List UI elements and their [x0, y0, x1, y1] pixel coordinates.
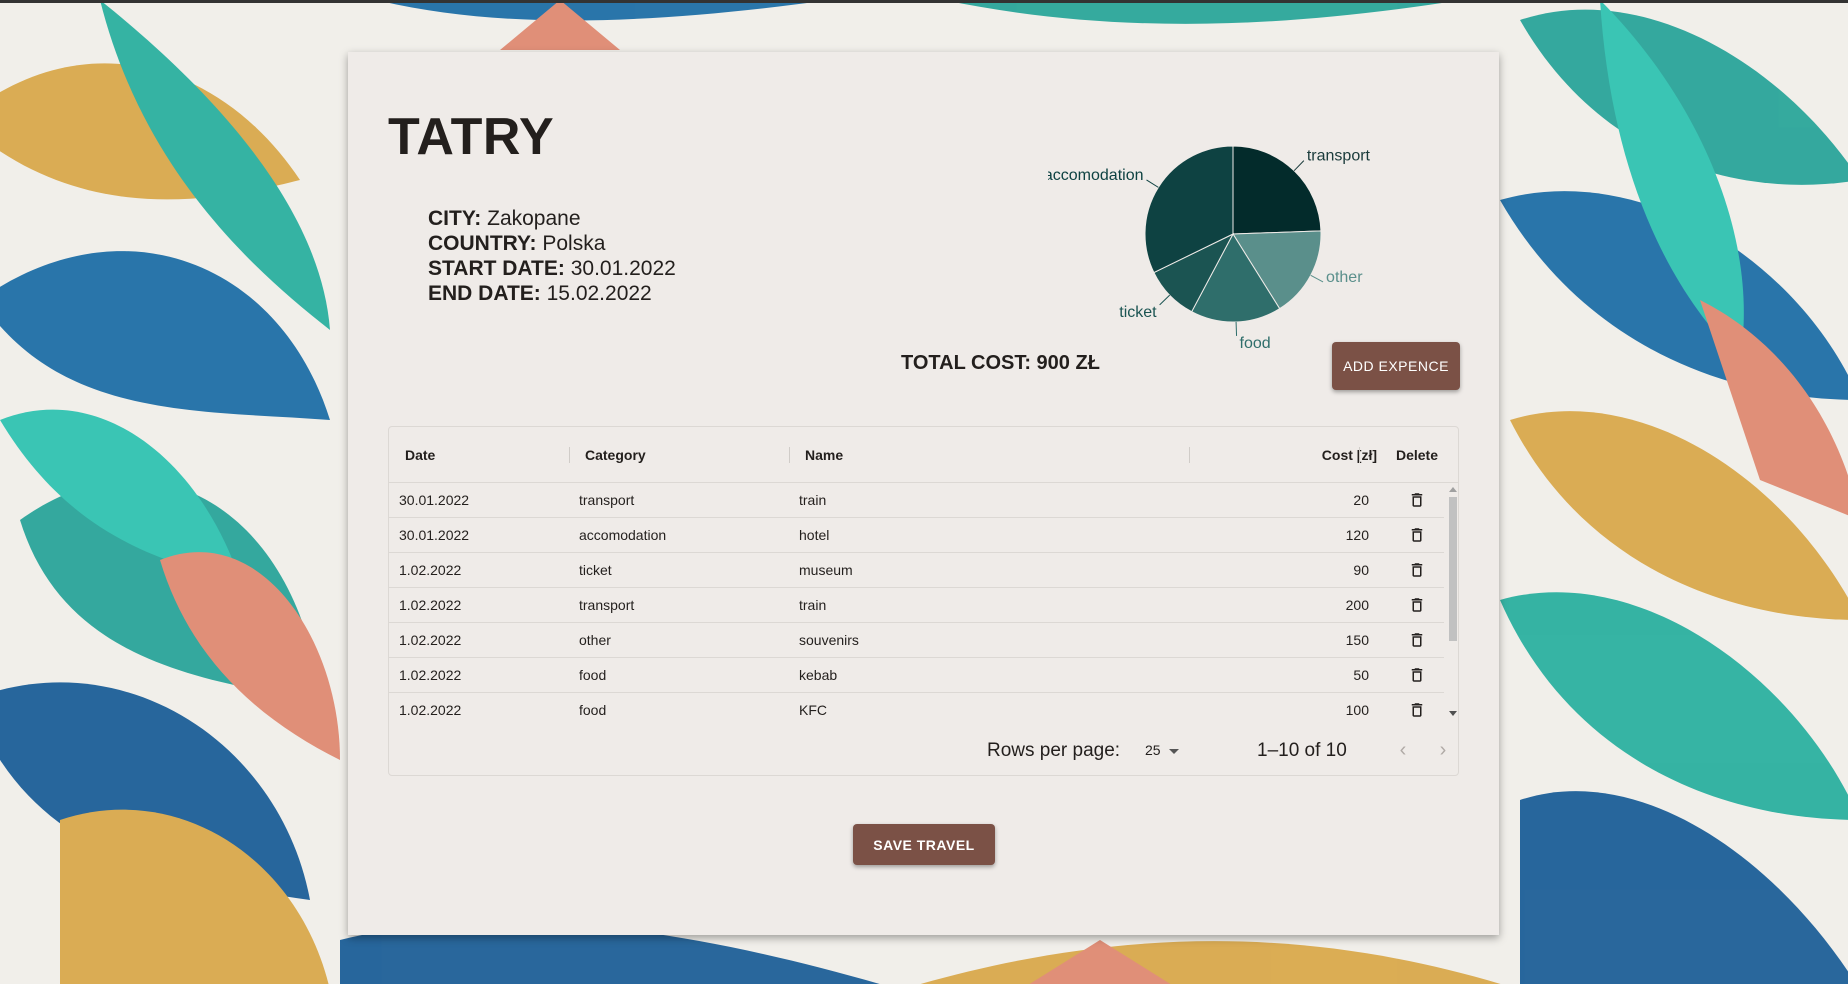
cell-cost: 120	[1345, 527, 1369, 543]
page-title: TATRY	[388, 108, 555, 166]
trash-icon[interactable]	[1408, 526, 1426, 544]
pie-label-transport: transport	[1307, 148, 1371, 165]
cell-cost: 100	[1345, 702, 1369, 718]
table-pagination: Rows per page: 25 1–10 of 10 ‹ ›	[389, 723, 1458, 775]
cell-date: 1.02.2022	[399, 702, 462, 718]
cell-date: 1.02.2022	[399, 562, 462, 578]
cell-date: 1.02.2022	[399, 632, 462, 648]
scrollbar-thumb[interactable]	[1449, 497, 1457, 641]
cell-date: 1.02.2022	[399, 667, 462, 683]
rows-per-page-label: Rows per page:	[987, 740, 1121, 761]
cell-cost: 20	[1353, 492, 1369, 508]
cell-name: kebab	[799, 667, 838, 683]
trip-info: CITY: Zakopane COUNTRY: Polska START DAT…	[428, 206, 676, 306]
column-header-cost[interactable]: Cost [zł]	[1289, 427, 1377, 483]
trash-icon[interactable]	[1408, 491, 1426, 509]
cell-cost: 200	[1345, 597, 1369, 613]
cell-category: ticket	[579, 562, 612, 578]
column-separator[interactable]	[1359, 447, 1360, 463]
cell-name: hotel	[799, 527, 830, 543]
country-label: COUNTRY:	[428, 232, 537, 255]
cell-cost: 90	[1353, 562, 1369, 578]
cell-category: transport	[579, 597, 635, 613]
cell-category: food	[579, 702, 607, 718]
save-travel-button[interactable]: SAVE TRAVEL	[853, 824, 995, 865]
top-border	[0, 0, 1848, 3]
chevron-left-icon[interactable]: ‹	[1389, 737, 1417, 765]
trash-icon[interactable]	[1408, 666, 1426, 684]
rows-per-page-select[interactable]: 25	[1145, 742, 1161, 758]
table-row: 1.02.2022 other souvenirs 150	[389, 623, 1444, 658]
table-row: 1.02.2022 ticket museum 90	[389, 553, 1444, 588]
pagination-range: 1–10 of 10	[1257, 740, 1347, 761]
cell-name: museum	[799, 562, 853, 578]
trash-icon[interactable]	[1408, 701, 1426, 719]
column-header-name[interactable]: Name	[805, 427, 843, 483]
table-header: Date Category Name Cost [zł] Delete	[389, 427, 1458, 483]
add-expense-button[interactable]: ADD EXPENCE	[1332, 342, 1460, 390]
table-row: 1.02.2022 food kebab 50	[389, 658, 1444, 693]
cell-name: train	[799, 492, 827, 508]
column-header-date[interactable]: Date	[405, 427, 435, 483]
cell-category: food	[579, 667, 607, 683]
pie-leader-line	[1293, 160, 1305, 172]
column-separator[interactable]	[569, 447, 570, 463]
cell-category: accomodation	[579, 527, 667, 543]
cell-name: KFC	[799, 702, 827, 718]
end-date-row: END DATE: 15.02.2022	[428, 281, 676, 306]
end-date-label: END DATE:	[428, 282, 541, 305]
table-body: 30.01.2022 transport train 20 30.01.2022 acco…	[389, 483, 1444, 723]
travel-card: TATRY CITY: Zakopane COUNTRY: Polska STA…	[348, 52, 1499, 935]
start-date-value: 30.01.2022	[570, 257, 676, 280]
table-row: 30.01.2022 transport train 20	[389, 483, 1444, 518]
column-header-delete: Delete	[1395, 447, 1439, 463]
pie-label-accomodation: accomodation	[1048, 167, 1143, 184]
pie-label-other: other	[1326, 269, 1363, 286]
column-separator[interactable]	[1189, 447, 1190, 463]
scroll-up-arrow-icon[interactable]	[1449, 487, 1457, 492]
column-separator[interactable]	[789, 447, 790, 463]
cell-category: transport	[579, 492, 635, 508]
cell-category: other	[579, 632, 611, 648]
pie-label-food: food	[1240, 335, 1271, 352]
start-date-row: START DATE: 30.01.2022	[428, 256, 676, 281]
trash-icon[interactable]	[1408, 631, 1426, 649]
cell-date: 30.01.2022	[399, 492, 470, 508]
start-date-label: START DATE:	[428, 257, 565, 280]
cell-name: train	[799, 597, 827, 613]
pie-leader-line	[1310, 274, 1324, 283]
country-value: Polska	[542, 232, 606, 255]
table-row: 30.01.2022 accomodation hotel 120	[389, 518, 1444, 553]
total-cost: TOTAL COST: 900 ZŁ	[901, 352, 1100, 374]
city-label: CITY:	[428, 207, 482, 230]
column-header-category[interactable]: Category	[585, 427, 646, 483]
cell-cost: 150	[1345, 632, 1369, 648]
pie-label-ticket: ticket	[1119, 304, 1157, 321]
pie-leader-line	[1146, 179, 1159, 188]
table-scrollbar[interactable]	[1446, 483, 1458, 723]
scroll-down-arrow-icon[interactable]	[1449, 711, 1457, 716]
end-date-value: 15.02.2022	[546, 282, 652, 305]
dropdown-arrow-icon[interactable]	[1169, 749, 1179, 754]
cell-date: 1.02.2022	[399, 597, 462, 613]
table-row: 1.02.2022 food KFC 100	[389, 693, 1444, 723]
city-row: CITY: Zakopane	[428, 206, 676, 231]
table-row: 1.02.2022 transport train 200	[389, 588, 1444, 623]
cell-name: souvenirs	[799, 632, 859, 648]
country-row: COUNTRY: Polska	[428, 231, 676, 256]
expenses-table: Date Category Name Cost [zł] Delete 30.0…	[388, 426, 1459, 776]
pie-leader-line	[1159, 294, 1171, 306]
chevron-right-icon[interactable]: ›	[1429, 737, 1457, 765]
city-value: Zakopane	[487, 207, 581, 230]
cell-date: 30.01.2022	[399, 527, 470, 543]
trash-icon[interactable]	[1408, 561, 1426, 579]
cell-cost: 50	[1353, 667, 1369, 683]
trash-icon[interactable]	[1408, 596, 1426, 614]
